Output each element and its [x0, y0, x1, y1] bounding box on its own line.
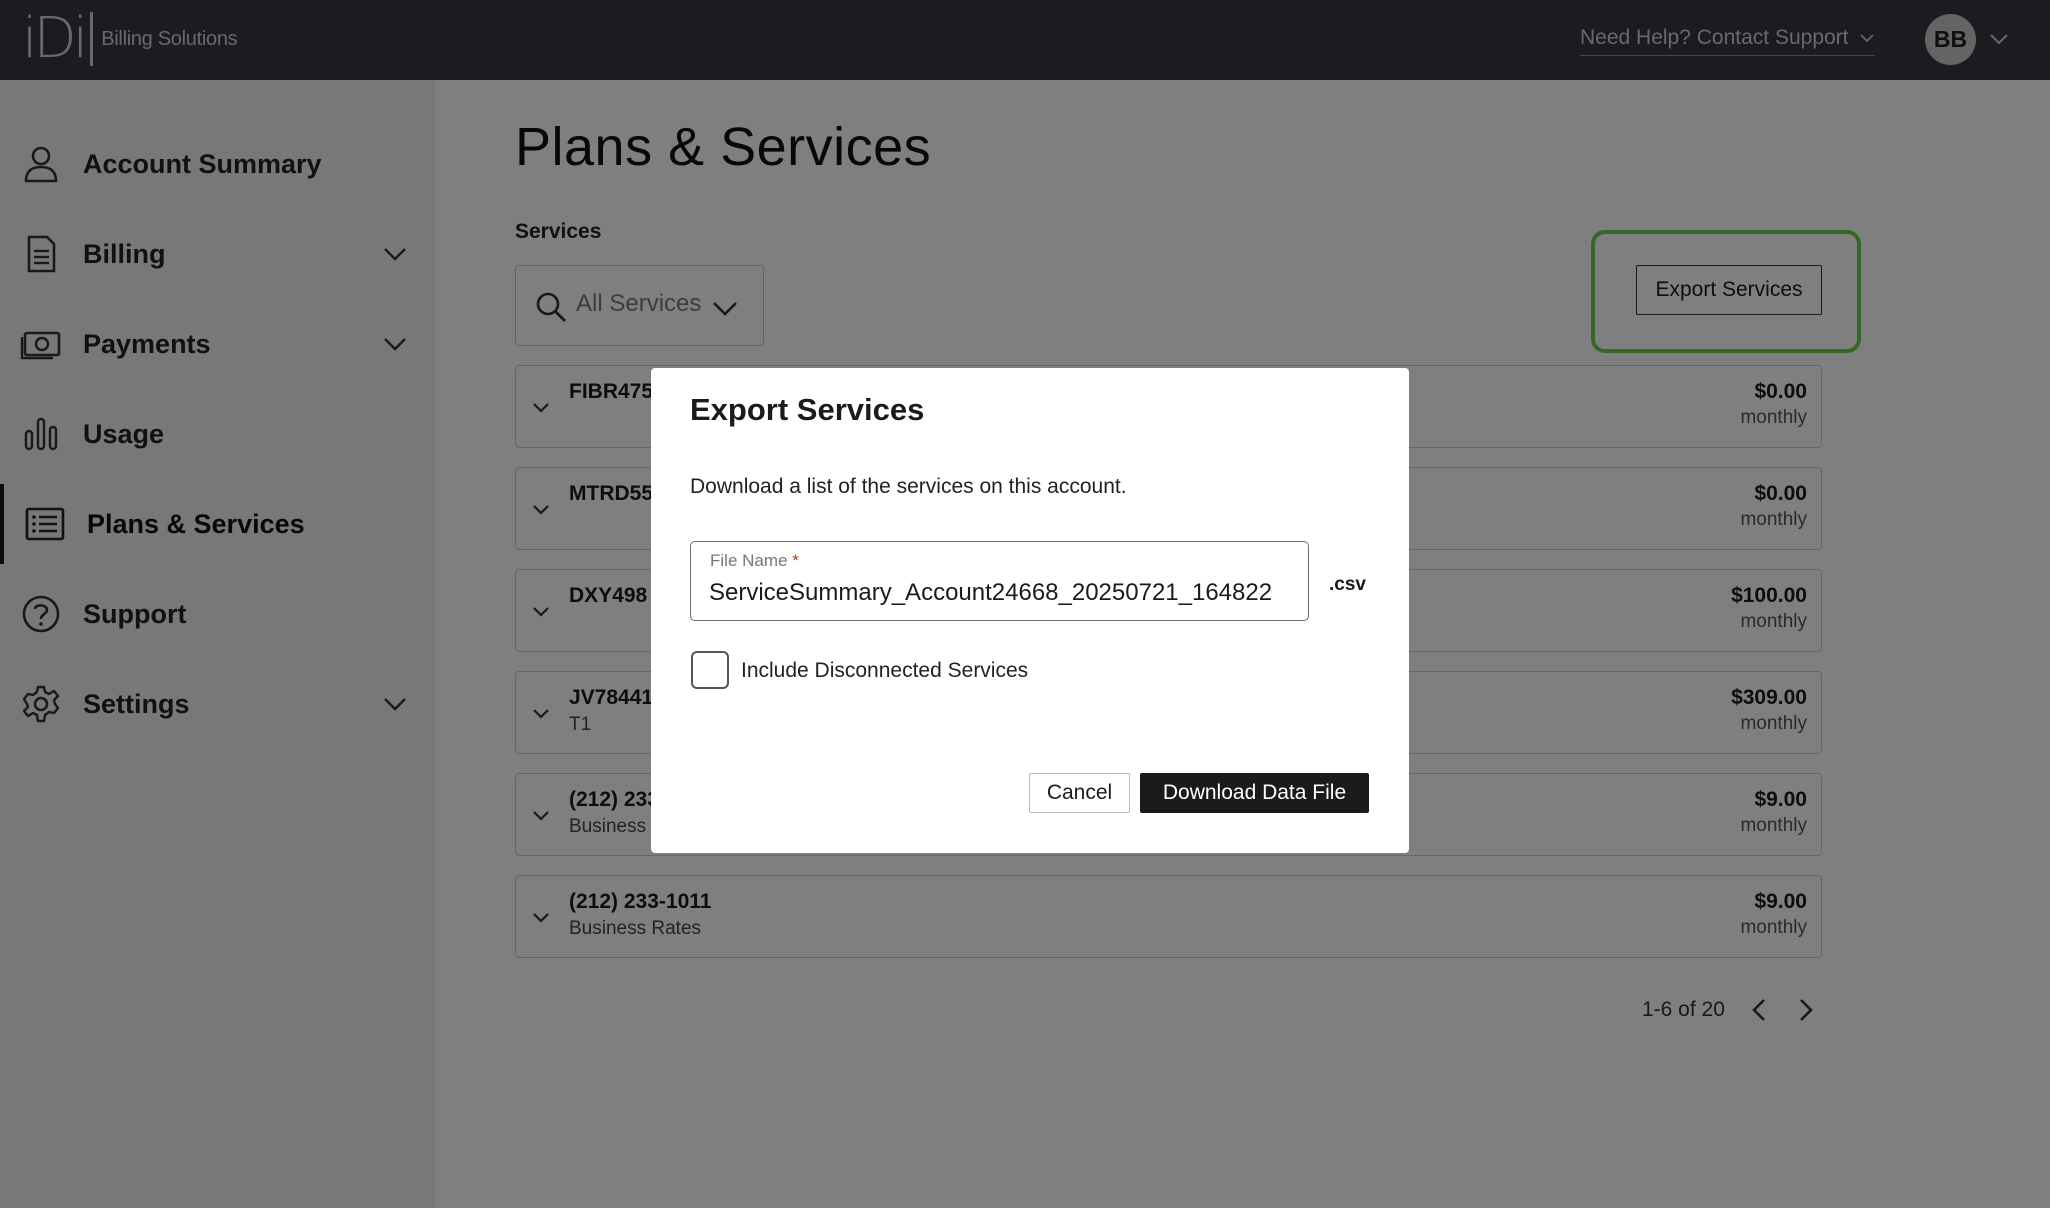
file-extension: .csv	[1329, 574, 1366, 595]
dialog-description: Download a list of the services on this …	[690, 475, 1127, 498]
include-disconnected-checkbox[interactable]	[691, 651, 729, 689]
dialog-title: Export Services	[690, 392, 925, 427]
include-disconnected-label[interactable]: Include Disconnected Services	[741, 659, 1028, 683]
cancel-button[interactable]: Cancel	[1029, 773, 1130, 813]
file-name-input[interactable]	[709, 574, 1289, 612]
download-data-file-button[interactable]: Download Data File	[1140, 773, 1369, 813]
file-name-field[interactable]: File Name *	[690, 541, 1309, 621]
required-marker: *	[792, 551, 799, 570]
file-name-label: File Name *	[710, 551, 799, 570]
export-services-dialog: Export Services Download a list of the s…	[651, 368, 1409, 853]
